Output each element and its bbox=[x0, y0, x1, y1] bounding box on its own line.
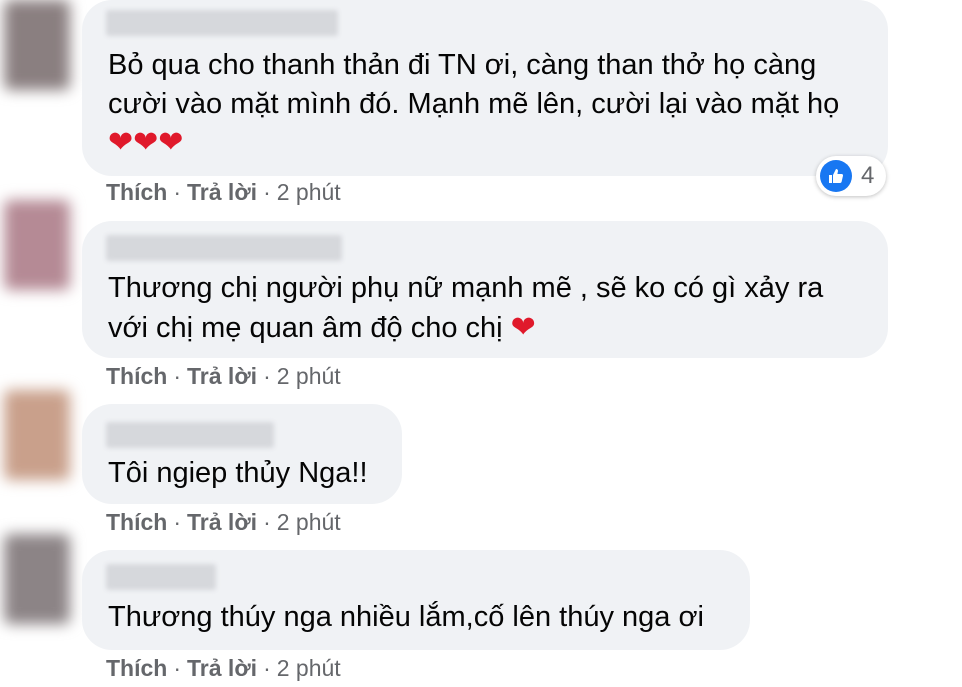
heart-icon: ❤❤❤ bbox=[108, 125, 184, 160]
avatar[interactable] bbox=[4, 0, 70, 90]
reply-button[interactable]: Trả lời bbox=[187, 363, 257, 389]
reaction-summary[interactable]: 4 bbox=[816, 156, 886, 196]
comment-text-line: Bỏ qua cho thanh thản đi TN ơi, càng tha… bbox=[108, 49, 817, 81]
heart-emoji-row: ❤❤❤ bbox=[108, 124, 183, 162]
comment-text-line: với chị mẹ quan âm độ cho chị ❤ bbox=[108, 309, 536, 347]
like-button[interactable]: Thích bbox=[106, 655, 167, 681]
like-icon bbox=[820, 160, 852, 192]
comment-actions: Thích · Trả lời · 2 phút bbox=[106, 178, 341, 206]
reply-button[interactable]: Trả lời bbox=[187, 509, 257, 535]
comment-bubble: Thương thúy nga nhiều lắm,cố lên thúy ng… bbox=[82, 550, 750, 650]
separator-dot: · bbox=[173, 179, 182, 205]
separator-dot: · bbox=[263, 179, 271, 205]
like-button[interactable]: Thích bbox=[106, 509, 167, 535]
like-button[interactable]: Thích bbox=[106, 179, 167, 205]
comment-bubble: Tôi ngiep thủy Nga!! bbox=[82, 404, 402, 504]
reply-button[interactable]: Trả lời bbox=[187, 655, 257, 681]
timestamp[interactable]: 2 phút bbox=[277, 179, 341, 205]
timestamp[interactable]: 2 phút bbox=[277, 363, 341, 389]
timestamp[interactable]: 2 phút bbox=[277, 655, 341, 681]
comment-bubble: Thương chị người phụ nữ mạnh mẽ , sẽ ko … bbox=[82, 221, 888, 358]
reaction-count: 4 bbox=[861, 162, 875, 189]
avatar[interactable] bbox=[4, 200, 70, 290]
reply-button[interactable]: Trả lời bbox=[187, 179, 257, 205]
comment-bubble: Bỏ qua cho thanh thản đi TN ơi, càng tha… bbox=[82, 0, 888, 176]
comment-text-line: Tôi ngiep thủy Nga!! bbox=[108, 457, 368, 489]
separator-dot: · bbox=[263, 363, 271, 389]
separator-dot: · bbox=[173, 655, 182, 681]
avatar[interactable] bbox=[4, 534, 70, 624]
heart-icon: ❤ bbox=[510, 310, 536, 345]
comment-actions: Thích · Trả lời · 2 phút bbox=[106, 654, 341, 682]
avatar[interactable] bbox=[4, 390, 70, 480]
comment-actions: Thích · Trả lời · 2 phút bbox=[106, 362, 341, 390]
separator-dot: · bbox=[263, 655, 271, 681]
author-name-blurred[interactable] bbox=[106, 235, 342, 261]
author-name-blurred[interactable] bbox=[106, 422, 274, 448]
separator-dot: · bbox=[173, 363, 182, 389]
author-name-blurred[interactable] bbox=[106, 564, 216, 590]
comment-actions: Thích · Trả lời · 2 phút bbox=[106, 508, 341, 536]
separator-dot: · bbox=[263, 509, 271, 535]
comment-text-line: Thương chị người phụ nữ mạnh mẽ , sẽ ko … bbox=[108, 272, 824, 304]
author-name-blurred[interactable] bbox=[106, 10, 338, 36]
comment-text: với chị mẹ quan âm độ cho chị bbox=[108, 312, 503, 344]
separator-dot: · bbox=[173, 509, 182, 535]
comment-text-line: cười vào mặt mình đó. Mạnh mẽ lên, cười … bbox=[108, 88, 840, 120]
like-button[interactable]: Thích bbox=[106, 363, 167, 389]
comment-text-line: Thương thúy nga nhiều lắm,cố lên thúy ng… bbox=[108, 601, 704, 633]
timestamp[interactable]: 2 phút bbox=[277, 509, 341, 535]
